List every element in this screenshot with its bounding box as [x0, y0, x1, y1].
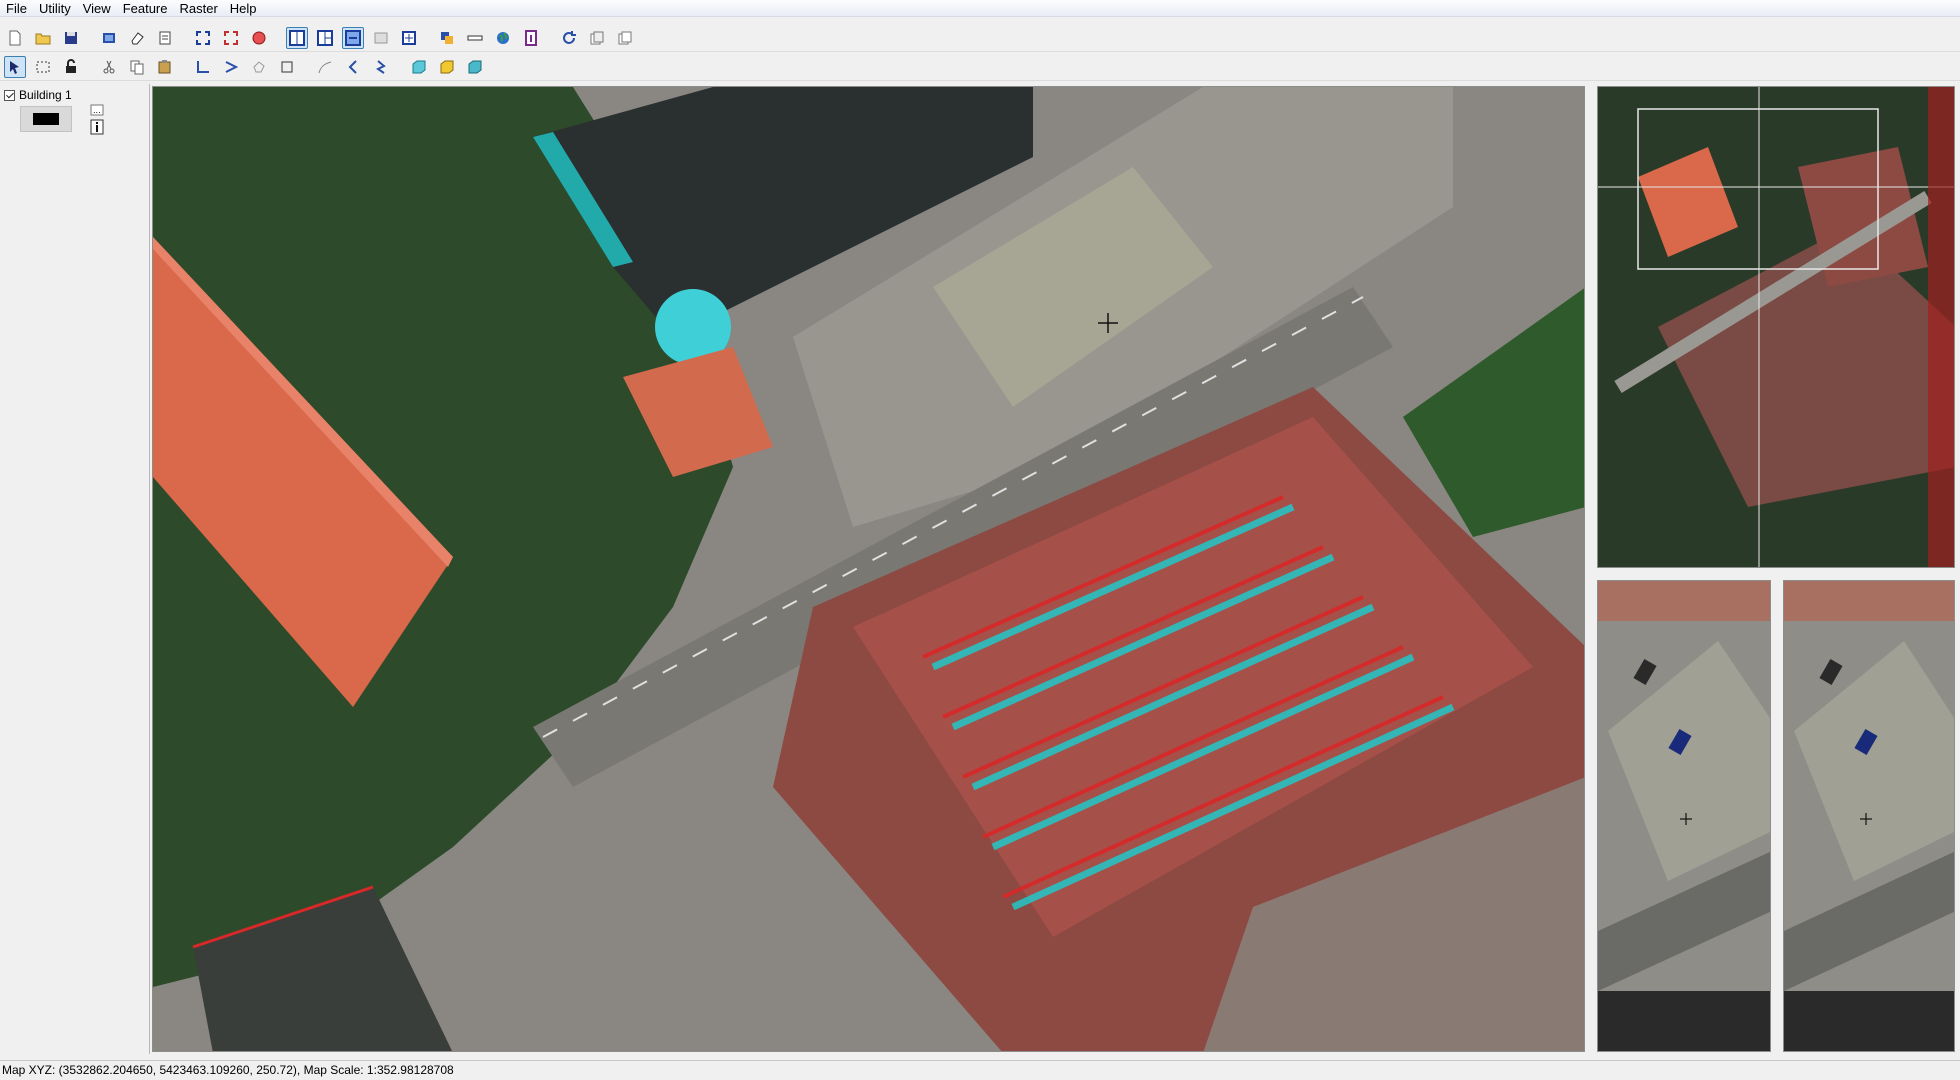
status-bar: Map XYZ: (3532862.204650, 5423463.109260… — [0, 1060, 1960, 1080]
eraser-icon[interactable] — [126, 27, 148, 49]
clear-icon[interactable] — [248, 27, 270, 49]
arc-icon[interactable] — [342, 56, 364, 78]
new-file-icon[interactable] — [4, 27, 26, 49]
open-project-icon[interactable] — [98, 27, 120, 49]
select-rectangle-icon[interactable] — [32, 56, 54, 78]
layout-grid-icon[interactable] — [370, 27, 392, 49]
main-toolbar — [0, 24, 1960, 52]
edit-toolbar — [0, 53, 1960, 81]
swatch-color — [33, 113, 59, 125]
refresh-icon[interactable] — [558, 27, 580, 49]
left-image-view[interactable] — [1597, 580, 1771, 1052]
info-book-icon[interactable] — [520, 27, 542, 49]
menu-view[interactable]: View — [77, 0, 117, 17]
svg-text:...: ... — [93, 106, 101, 115]
layer-info-icon[interactable] — [90, 119, 104, 135]
select-pointer-icon[interactable] — [4, 55, 26, 78]
overview-window[interactable] — [1597, 86, 1955, 568]
layer-side-icons: ... — [90, 104, 104, 135]
layout-split-icon[interactable] — [286, 26, 308, 49]
copy-icon[interactable] — [126, 56, 148, 78]
curve-icon[interactable] — [314, 56, 336, 78]
layer-visibility-checkbox[interactable] — [4, 89, 15, 101]
layer-options-icon[interactable]: ... — [90, 104, 104, 116]
zoom-full-icon[interactable] — [220, 27, 242, 49]
box-3d-yellow-icon[interactable] — [436, 56, 458, 78]
box-3d-icon[interactable] — [408, 56, 430, 78]
box-3d-cyan-icon[interactable] — [464, 56, 486, 78]
measure-icon[interactable] — [464, 27, 486, 49]
cut-icon[interactable] — [98, 56, 120, 78]
layer-color-swatch[interactable] — [20, 106, 72, 132]
crosshair-frame-icon[interactable] — [398, 27, 420, 49]
open-folder-icon[interactable] — [32, 27, 54, 49]
globe-icon[interactable] — [492, 27, 514, 49]
snap-line-icon[interactable] — [220, 56, 242, 78]
menu-file[interactable]: File — [0, 0, 33, 17]
menu-help[interactable]: Help — [224, 0, 263, 17]
menu-utility[interactable]: Utility — [33, 0, 77, 17]
properties-icon[interactable] — [154, 27, 176, 49]
save-icon[interactable] — [60, 27, 82, 49]
layout-stereo-icon[interactable] — [342, 26, 364, 49]
layers-icon[interactable] — [436, 27, 458, 49]
rectangle-icon[interactable] — [276, 56, 298, 78]
layer-panel: Building 1 ... — [0, 84, 150, 1054]
zoom-extent-icon[interactable] — [192, 27, 214, 49]
map-coordinates-readout: Map XYZ: (3532862.204650, 5423463.109260… — [2, 1063, 454, 1077]
menu-feature[interactable]: Feature — [117, 0, 174, 17]
menu-raster[interactable]: Raster — [174, 0, 224, 17]
zigzag-icon[interactable] — [370, 56, 392, 78]
layer-row[interactable]: Building 1 — [4, 88, 72, 102]
copy-window-icon[interactable] — [586, 27, 608, 49]
menu-bar: File Utility View Feature Raster Help — [0, 0, 1960, 17]
paste-window-icon[interactable] — [614, 27, 636, 49]
layout-tile-icon[interactable] — [314, 27, 336, 49]
layer-label: Building 1 — [19, 88, 72, 102]
lock-icon[interactable] — [60, 56, 82, 78]
main-stereo-view[interactable] — [152, 86, 1585, 1052]
polygon-icon[interactable] — [248, 56, 270, 78]
right-image-view[interactable] — [1783, 580, 1955, 1052]
corner-line-icon[interactable] — [192, 56, 214, 78]
paste-icon[interactable] — [154, 56, 176, 78]
